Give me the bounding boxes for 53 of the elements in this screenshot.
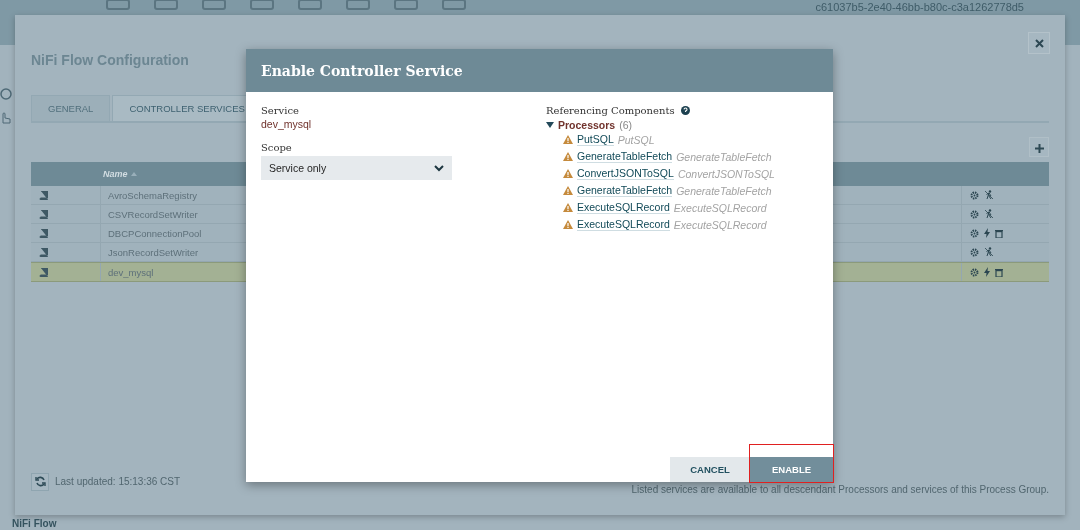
field-label: Scope	[261, 142, 293, 153]
lightning-icon[interactable]	[984, 228, 990, 238]
add-button[interactable]	[1029, 137, 1049, 157]
stop-figure-icon[interactable]	[984, 247, 994, 257]
flow-id: c61037b5-2e40-46bb-b80c-c3a1262778d5	[815, 1, 1024, 13]
close-button[interactable]	[1028, 32, 1050, 54]
table-cell: AvroSchemaRegistry	[108, 189, 198, 201]
processor-type: GenerateTableFetch	[676, 184, 772, 197]
table-cell: CSVRecordSetWriter	[108, 208, 198, 220]
warning-icon	[563, 135, 573, 144]
table-cell: JsonRecordSetWriter	[108, 246, 199, 258]
processor-type: ExecuteSQLRecord	[673, 218, 767, 231]
close-icon	[1034, 38, 1044, 48]
processor-link[interactable]: GenerateTableFetch	[577, 184, 673, 197]
section-label: Referencing Components	[546, 105, 675, 116]
footer-note: Listed services are available to all descendant Processors and services of this Process Group.	[631, 484, 1049, 495]
trash-icon[interactable]	[995, 267, 1003, 277]
group-name: Processors	[558, 119, 616, 131]
processor-link[interactable]: PutSQL	[577, 133, 614, 146]
stop-figure-icon[interactable]	[984, 209, 994, 219]
plus-icon	[1034, 143, 1044, 153]
processor-link[interactable]: ExecuteSQLRecord	[577, 218, 670, 231]
lightning-icon[interactable]	[984, 267, 990, 277]
processor-type: GenerateTableFetch	[676, 150, 772, 163]
help-icon[interactable]	[680, 106, 690, 115]
table-cell: dev_mysql	[108, 266, 154, 278]
collapse-icon[interactable]	[546, 122, 554, 128]
warning-icon	[563, 203, 573, 212]
field-label: Service	[261, 105, 300, 116]
group-count: (6)	[619, 119, 633, 131]
cancel-button[interactable]: CANCEL	[670, 457, 750, 482]
scope-select[interactable]: Service only	[261, 156, 452, 180]
breadcrumb[interactable]: NiFi Flow	[12, 518, 57, 529]
warning-icon	[563, 220, 573, 229]
warning-icon	[563, 186, 573, 195]
table-cell: DBCPConnectionPool	[108, 227, 202, 239]
dialog-title: Enable Controller Service	[246, 49, 833, 92]
stop-figure-icon[interactable]	[984, 190, 994, 200]
warning-icon	[563, 169, 573, 178]
processor-type: ExecuteSQLRecord	[673, 201, 767, 214]
last-updated: Last updated: 15:13:36 CST	[55, 476, 181, 487]
chevron-icon	[434, 164, 444, 172]
processor-link[interactable]: ExecuteSQLRecord	[577, 201, 670, 214]
warning-icon	[563, 152, 573, 161]
processor-link[interactable]: GenerateTableFetch	[577, 150, 673, 163]
processor-link[interactable]: ConvertJSONToSQL	[577, 167, 674, 180]
processor-type: ConvertJSONToSQL	[677, 167, 775, 180]
trash-icon[interactable]	[995, 228, 1003, 238]
compass-icon[interactable]	[0, 88, 12, 100]
sort-icon	[130, 172, 137, 176]
processor-type: PutSQL	[617, 133, 655, 146]
refresh-icon[interactable]	[31, 472, 49, 491]
service-value: dev_mysql	[261, 118, 313, 130]
